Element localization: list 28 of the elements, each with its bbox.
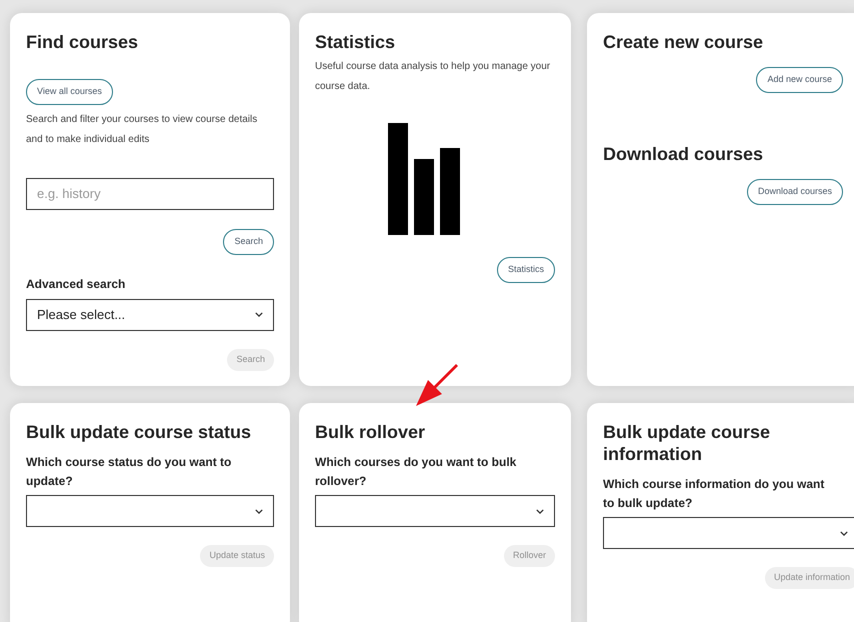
card-title: Find courses bbox=[26, 31, 140, 53]
card-title: Statistics bbox=[315, 31, 396, 53]
description: Search and filter your courses to view course details and to make individual edits bbox=[26, 112, 258, 147]
dropdown[interactable]: Please select... bbox=[26, 298, 274, 331]
field-label: Which course status do you want to update? bbox=[26, 454, 232, 490]
bar-chart-icon bbox=[388, 123, 462, 235]
chevron-down-icon bbox=[255, 312, 263, 318]
search-button[interactable]: Search bbox=[223, 228, 274, 255]
field-label: Advanced search bbox=[26, 276, 126, 293]
card-title: Bulk update course information bbox=[603, 421, 772, 465]
search-field[interactable]: e.g. history bbox=[26, 178, 274, 210]
add-course-button[interactable]: Add new course bbox=[756, 67, 843, 93]
field-label: Which course information do you want to bulk update? bbox=[603, 476, 826, 512]
dropdown[interactable] bbox=[26, 495, 274, 527]
chevron-down-icon bbox=[255, 508, 263, 514]
card-title: Download courses bbox=[603, 143, 764, 165]
field-label: Which courses do you want to bulk rollover? bbox=[315, 454, 518, 490]
dropdown[interactable] bbox=[603, 517, 854, 549]
chevron-down-icon bbox=[840, 530, 848, 536]
download-button[interactable]: Download courses bbox=[746, 179, 843, 205]
chevron-down-icon bbox=[536, 508, 544, 514]
card-title: Bulk update course status bbox=[26, 421, 252, 443]
description: Useful course data analysis to help you manage your course data. bbox=[315, 60, 552, 94]
dropdown[interactable] bbox=[315, 495, 555, 527]
statistics-button[interactable]: Statistics bbox=[496, 257, 555, 283]
card-title: Create new course bbox=[603, 31, 764, 53]
view-all-button[interactable]: View all courses bbox=[26, 78, 113, 105]
card-title: Bulk rollover bbox=[315, 421, 426, 443]
